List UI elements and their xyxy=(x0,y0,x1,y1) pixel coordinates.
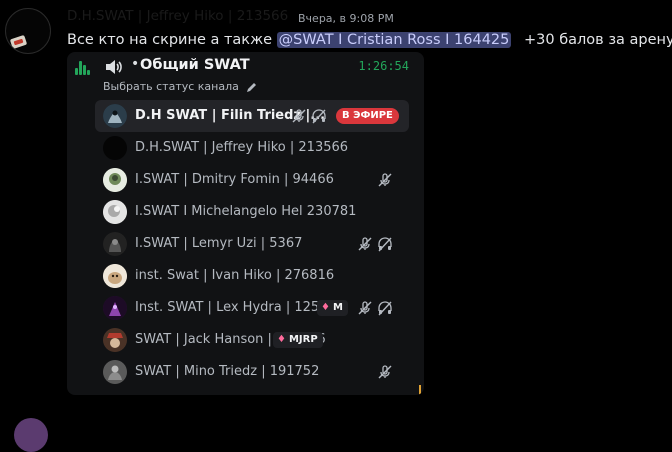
deafened-headphones-icon xyxy=(312,109,326,124)
author-name[interactable]: D.H.SWAT | Jeffrey Hiko | 213566 xyxy=(67,8,288,24)
pencil-icon xyxy=(247,82,257,92)
author-avatar[interactable] xyxy=(5,8,51,54)
avatar xyxy=(103,200,127,224)
member-name: inst. Swat | Ivan Hiko | 276816 xyxy=(135,268,335,283)
voice-member[interactable]: SWAT | Jack Hanson | 281666 ♦ MJRP xyxy=(95,324,409,356)
voice-member[interactable]: SWAT | Mino Triedz | 191752 xyxy=(95,356,409,388)
voice-member[interactable]: D.H.SWAT | Jeffrey Hiko | 213566 xyxy=(95,132,409,164)
deafened-headphones-icon xyxy=(378,237,392,252)
scroll-indicator xyxy=(419,385,421,395)
voice-members-list: D.H SWAT | Filin Triedz |... В ЭФИРЕ D.H… xyxy=(95,100,409,388)
voice-member[interactable]: I.SWAT | Lemyr Uzi | 5367 xyxy=(95,228,409,260)
member-name: I.SWAT I Michelangelo Hel 230781 xyxy=(135,204,357,219)
member-status-icons xyxy=(357,300,397,316)
member-name: D.H.SWAT | Jeffrey Hiko | 213566 xyxy=(135,140,349,155)
voice-member[interactable]: I.SWAT | Dmitry Fomin | 94466 xyxy=(95,164,409,196)
avatar xyxy=(103,232,127,256)
call-timer: 1:26:54 xyxy=(358,59,409,73)
muted-mic-icon xyxy=(358,237,372,251)
next-message-avatar[interactable] xyxy=(14,418,48,452)
voice-channel-header: • Общий SWAT 1:26:54 xyxy=(75,56,415,79)
member-status-icons xyxy=(377,172,397,188)
server-tag-badge[interactable]: ♦ M xyxy=(317,300,348,316)
server-tag-label: MJRP xyxy=(288,334,318,345)
muted-mic-icon xyxy=(358,301,372,315)
gem-icon: ♦ xyxy=(277,334,286,345)
member-status-icons xyxy=(377,364,397,380)
voice-member[interactable]: Inst. SWAT | Lex Hydra | 125833 ♦ M xyxy=(95,292,409,324)
member-status-icons xyxy=(291,108,331,124)
ticket-icon xyxy=(9,34,28,50)
live-badge[interactable]: В ЭФИРЕ xyxy=(336,108,399,124)
member-name: I.SWAT | Dmitry Fomin | 94466 xyxy=(135,172,334,187)
voice-member[interactable]: D.H SWAT | Filin Triedz |... В ЭФИРЕ xyxy=(95,100,409,132)
member-name: I.SWAT | Lemyr Uzi | 5367 xyxy=(135,236,303,251)
voice-activity-icon xyxy=(75,61,91,75)
avatar xyxy=(103,264,127,288)
avatar xyxy=(103,168,127,192)
message-text-after: +30 балов за арену xyxy=(523,32,672,48)
message-timestamp: Вчера, в 9:08 PM xyxy=(298,12,394,25)
speaker-icon xyxy=(106,60,122,74)
member-name: SWAT | Mino Triedz | 191752 xyxy=(135,364,320,379)
member-name: Inst. SWAT | Lex Hydra | 125833 xyxy=(135,300,344,315)
avatar xyxy=(103,296,127,320)
muted-mic-icon xyxy=(292,109,306,123)
muted-mic-icon xyxy=(378,173,392,187)
voice-member[interactable]: I.SWAT I Michelangelo Hel 230781 xyxy=(95,196,409,228)
server-tag-badge[interactable]: ♦ MJRP xyxy=(273,332,323,348)
member-status-icons xyxy=(357,236,397,252)
channel-name[interactable]: Общий SWAT xyxy=(140,57,250,73)
voice-member[interactable]: inst. Swat | Ivan Hiko | 276816 xyxy=(95,260,409,292)
voice-channel-embed: • Общий SWAT 1:26:54 Выбрать статус кана… xyxy=(67,52,424,395)
message-text: Все кто на скрине а также @SWAT I Cristi… xyxy=(67,30,672,50)
avatar xyxy=(103,136,127,160)
server-tag-label: M xyxy=(332,302,343,313)
avatar xyxy=(103,360,127,384)
message-text-before: Все кто на скрине а также xyxy=(67,32,273,48)
channel-separator: • xyxy=(131,56,140,72)
avatar xyxy=(103,104,127,128)
deafened-headphones-icon xyxy=(378,301,392,316)
user-mention[interactable]: @SWAT I Cristian Ross I 164425 xyxy=(276,32,512,48)
gem-icon: ♦ xyxy=(321,302,330,313)
avatar xyxy=(103,328,127,352)
channel-status-label: Выбрать статус канала xyxy=(103,80,239,93)
muted-mic-icon xyxy=(378,365,392,379)
channel-status-button[interactable]: Выбрать статус канала xyxy=(103,80,257,93)
